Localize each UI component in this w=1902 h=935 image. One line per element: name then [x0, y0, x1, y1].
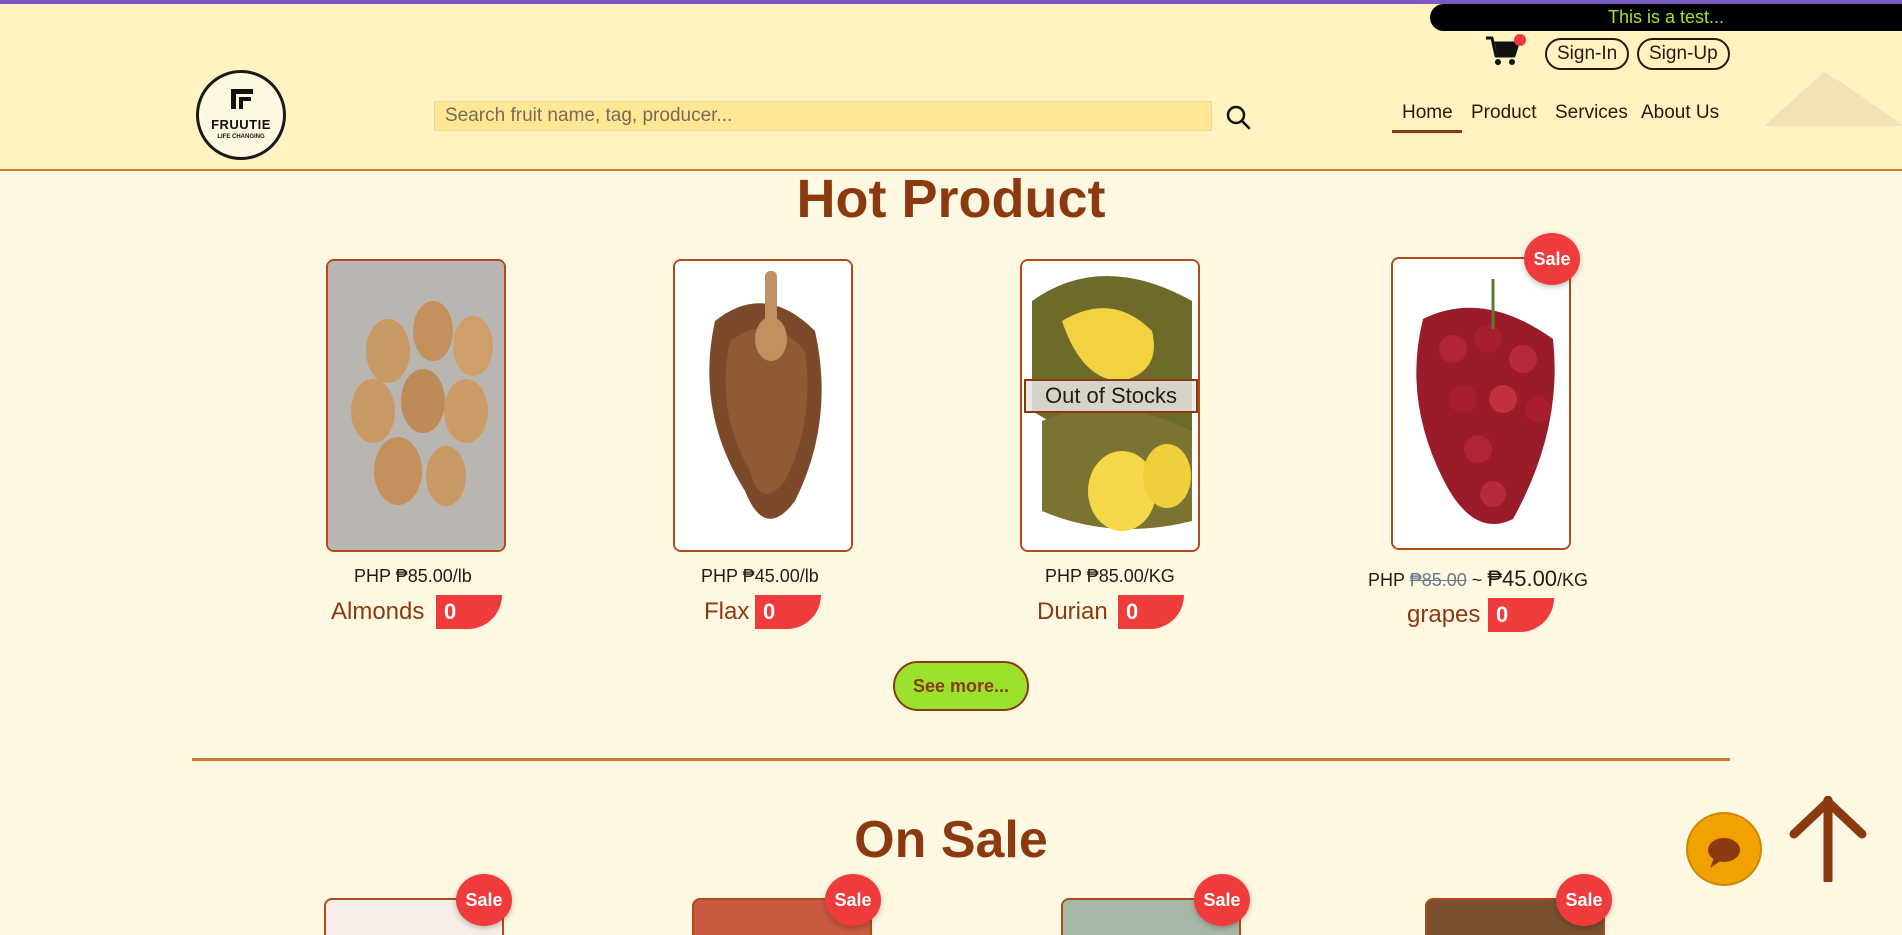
search-icon[interactable] [1225, 104, 1251, 130]
old-price: ₱85.00 [1409, 570, 1467, 590]
sale-badge: Sale [1524, 233, 1580, 285]
mountain-decoration [1764, 72, 1902, 126]
price-grapes: PHP ₱85.00 ~ ₱45.00/KG [1368, 566, 1588, 592]
sign-up-button[interactable]: Sign-Up [1637, 38, 1730, 70]
sale-badge: Sale [456, 874, 512, 926]
qty-flax[interactable]: 0 [755, 595, 821, 629]
name-almonds: Almonds [331, 598, 425, 625]
qty-durian[interactable]: 0 [1118, 595, 1184, 629]
flax-image [675, 261, 851, 550]
site-header: This is a test... Sign-In Sign-Up FRUUTI… [0, 4, 1902, 171]
nav-product[interactable]: Product [1471, 102, 1536, 124]
sale-badge: Sale [1194, 874, 1250, 926]
product-card-grapes[interactable] [1391, 257, 1571, 550]
logo-name: FRUUTIE [211, 117, 271, 132]
section-divider [192, 758, 1730, 761]
site-logo[interactable]: FRUUTIE LIFE CHANGING [196, 70, 286, 160]
almonds-image [328, 261, 504, 550]
sign-in-button[interactable]: Sign-In [1545, 38, 1630, 70]
qty-grapes[interactable]: 0 [1488, 598, 1554, 632]
price-durian: PHP ₱85.00/KG [1045, 566, 1175, 586]
cart-notification-dot [1514, 34, 1526, 46]
product-card-flax[interactable] [673, 259, 853, 552]
logo-tagline: LIFE CHANGING [217, 134, 265, 140]
name-flax: Flax [704, 598, 750, 625]
name-durian: Durian [1037, 598, 1108, 625]
hot-product-title: Hot Product [796, 169, 1106, 229]
product-card-durian[interactable]: Out of Stocks [1020, 259, 1200, 552]
nav-services[interactable]: Services [1555, 102, 1628, 124]
on-sale-title: On Sale [854, 811, 1048, 869]
sale-badge: Sale [825, 874, 881, 926]
name-grapes: grapes [1407, 601, 1481, 628]
out-of-stock-label: Out of Stocks [1024, 379, 1198, 413]
arrow-up-icon[interactable] [1788, 796, 1868, 882]
grapes-image [1393, 259, 1569, 548]
announcement-marquee: This is a test... [1430, 4, 1902, 31]
chat-button[interactable] [1686, 812, 1762, 886]
price-almonds: PHP ₱85.00/lb [354, 566, 472, 586]
product-card-almonds[interactable] [326, 259, 506, 552]
sale-badge: Sale [1556, 874, 1612, 926]
nav-home[interactable]: Home [1402, 102, 1453, 124]
logo-mark-icon [231, 89, 253, 109]
qty-almonds[interactable]: 0 [436, 595, 502, 629]
new-price: ₱45.00 [1487, 566, 1558, 591]
nav-active-indicator [1392, 130, 1462, 133]
price-prefix: PHP [1368, 570, 1405, 590]
search-input[interactable] [434, 101, 1212, 131]
price-flax: PHP ₱45.00/lb [701, 566, 819, 586]
chat-icon [1708, 838, 1740, 868]
price-tilde: ~ [1471, 570, 1483, 590]
see-more-button[interactable]: See more... [893, 661, 1029, 711]
price-unit: /KG [1557, 570, 1589, 590]
nav-about-us[interactable]: About Us [1641, 102, 1719, 124]
